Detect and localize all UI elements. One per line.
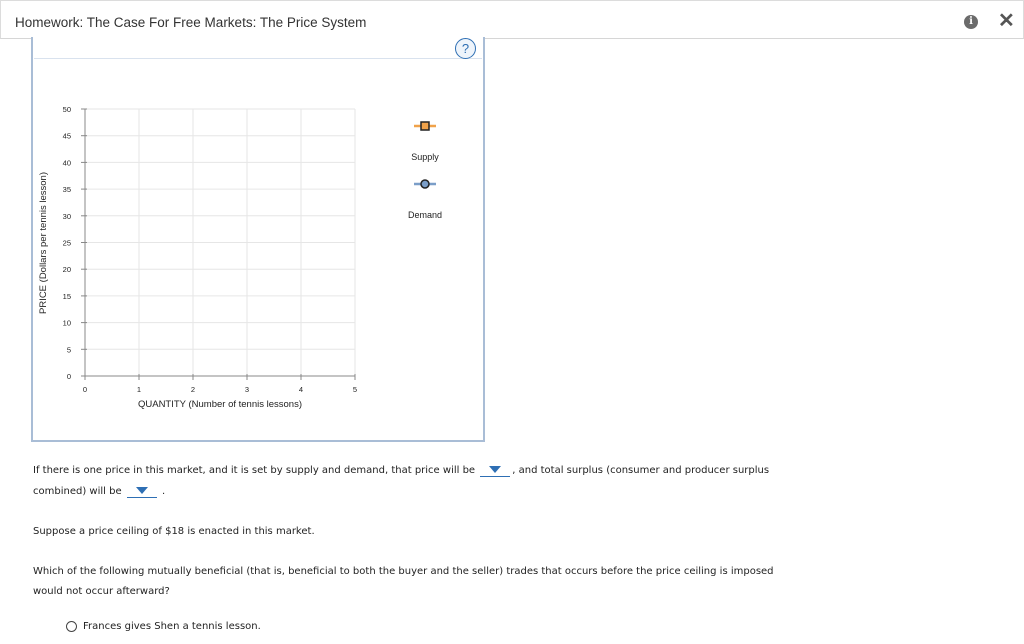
x-tick-label: 1 bbox=[137, 385, 141, 394]
grid bbox=[81, 108, 356, 380]
x-tick-label: 3 bbox=[245, 385, 249, 394]
question-1-line-2: combined) will be . bbox=[33, 482, 165, 502]
question-2-line-1: Which of the following mutually benefici… bbox=[33, 566, 774, 577]
x-tick-label: 2 bbox=[191, 385, 195, 394]
question-1-line-1: If there is one price in this market, an… bbox=[33, 461, 769, 481]
y-tick-label: 50 bbox=[63, 105, 71, 114]
x-tick-label: 5 bbox=[353, 385, 357, 394]
equilibrium-price-dropdown[interactable] bbox=[480, 464, 511, 477]
supply-demand-chart[interactable]: PRICE (Dollars per tennis lesson) QUANTI… bbox=[30, 100, 490, 420]
question-1-text-4: . bbox=[161, 486, 166, 497]
question-1-text: If there is one price in this market, an… bbox=[33, 465, 476, 476]
y-tick-label: 20 bbox=[63, 265, 71, 274]
chevron-down-icon bbox=[135, 486, 148, 494]
option-1-label: Frances gives Shen a tennis lesson. bbox=[83, 621, 261, 632]
info-icon[interactable]: i bbox=[964, 15, 978, 29]
help-icon[interactable]: ? bbox=[455, 38, 476, 59]
page-title: Homework: The Case For Free Markets: The… bbox=[15, 15, 367, 30]
y-axis-label: PRICE (Dollars per tennis lesson) bbox=[38, 172, 49, 314]
radio-button[interactable] bbox=[66, 620, 77, 632]
y-tick-label: 30 bbox=[63, 212, 71, 221]
chevron-down-icon bbox=[489, 465, 502, 473]
question-2-line-2: would not occur afterward? bbox=[33, 586, 170, 597]
tick-labels: 051015202530354045500 1 2 3 4 5 bbox=[63, 105, 357, 394]
y-tick-label: 40 bbox=[63, 158, 71, 167]
legend[interactable]: Supply Demand bbox=[408, 121, 442, 220]
title-bar: Homework: The Case For Free Markets: The… bbox=[0, 0, 1024, 39]
x-tick-label: 0 bbox=[83, 385, 87, 394]
price-ceiling-text: Suppose a price ceiling of $18 is enacte… bbox=[33, 526, 315, 537]
y-tick-label: 25 bbox=[63, 239, 71, 248]
y-tick-label: 0 bbox=[67, 372, 71, 381]
legend-item-demand[interactable]: Demand bbox=[408, 179, 442, 220]
y-tick-label: 35 bbox=[63, 185, 71, 194]
y-tick-label: 5 bbox=[67, 345, 71, 354]
total-surplus-dropdown[interactable] bbox=[126, 485, 157, 498]
y-tick-label: 10 bbox=[63, 319, 71, 328]
option-1[interactable]: Frances gives Shen a tennis lesson. bbox=[66, 617, 261, 637]
close-icon[interactable]: ✕ bbox=[998, 11, 1015, 31]
legend-label: Demand bbox=[408, 210, 442, 220]
legend-label: Supply bbox=[411, 152, 439, 162]
square-marker-icon bbox=[420, 121, 430, 131]
y-tick-label: 15 bbox=[63, 292, 71, 301]
question-1-text-3: combined) will be bbox=[33, 486, 122, 497]
x-tick-label: 4 bbox=[299, 385, 303, 394]
legend-item-supply[interactable]: Supply bbox=[411, 121, 439, 162]
y-tick-label: 45 bbox=[63, 132, 71, 141]
x-axis-label: QUANTITY (Number of tennis lessons) bbox=[138, 399, 302, 410]
circle-marker-icon bbox=[420, 179, 430, 189]
question-1-text-2: , and total surplus (consumer and produc… bbox=[512, 465, 770, 476]
graph-top-border bbox=[34, 58, 482, 59]
